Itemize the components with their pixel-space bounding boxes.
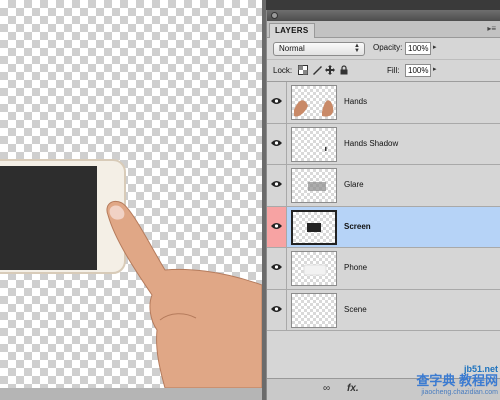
panel-tabbar: LAYERS ▸≡ [267, 21, 500, 38]
layer-name[interactable]: Hands Shadow [344, 139, 398, 148]
panel-titlebar[interactable] [267, 10, 500, 21]
visibility-cell[interactable] [267, 206, 287, 247]
link-icon[interactable]: ∞ [323, 383, 330, 394]
eye-icon[interactable] [271, 263, 282, 271]
layer-name[interactable]: Hands [344, 97, 367, 106]
visibility-cell[interactable] [267, 248, 287, 289]
glare-thumbnail-art [308, 182, 326, 191]
visibility-cell[interactable] [267, 289, 287, 330]
fill-input[interactable]: 100% [405, 64, 431, 77]
select-arrows-icon: ▲ ▼ [354, 43, 360, 54]
canvas-status-bar [0, 388, 262, 400]
visibility-cell[interactable] [267, 123, 287, 164]
document-canvas[interactable] [0, 0, 262, 388]
lock-image-pixels-icon[interactable] [312, 65, 322, 75]
watermark-sub: jiaocheng.chazidian.com [421, 389, 498, 396]
visibility-cell[interactable] [267, 165, 287, 206]
layer-thumbnail [291, 292, 337, 328]
tab-layers[interactable]: LAYERS [269, 23, 315, 38]
layer-name[interactable]: Screen [344, 222, 371, 231]
lock-all-icon[interactable] [339, 65, 349, 75]
layers-panel: LAYERS ▸≡ Normal ▲ ▼ Opacity: 100% ▸ Lock… [266, 10, 500, 400]
eye-icon[interactable] [271, 222, 282, 230]
opacity-dropdown-icon[interactable]: ▸ [433, 43, 437, 51]
watermark-chinese: 查字典 教程网 [416, 373, 498, 388]
phone-screen [0, 166, 97, 270]
layer-thumbnail [291, 126, 337, 162]
layer-row-screen[interactable]: Screen [267, 206, 500, 248]
layer-name[interactable]: Glare [344, 180, 364, 189]
hands-shadow-thumbnail-art [325, 146, 327, 151]
layer-name[interactable]: Scene [344, 305, 367, 314]
phone-thumbnail-art [303, 264, 327, 276]
panel-menu-icon[interactable]: ▸≡ [487, 24, 496, 33]
layer-name[interactable]: Phone [344, 263, 367, 272]
layer-row-hands[interactable]: Hands [267, 82, 500, 124]
phone-hand-artwork [0, 159, 262, 388]
hands-thumbnail-art [294, 100, 334, 117]
lock-transparent-pixels-icon[interactable] [298, 65, 308, 75]
lock-row: Lock: Fill: 100% ▸ [267, 60, 500, 82]
lock-label: Lock: [273, 66, 293, 75]
layers-list: Hands Hands Shadow Glare Screen Phone Sc… [267, 82, 500, 331]
layer-thumbnail [291, 85, 337, 120]
eye-icon[interactable] [271, 97, 282, 105]
lock-position-icon[interactable] [325, 65, 335, 75]
screen-thumbnail-art [307, 222, 321, 232]
layer-thumbnail [291, 209, 337, 245]
eye-icon[interactable] [271, 305, 282, 313]
opacity-input[interactable]: 100% [405, 42, 431, 55]
fill-label: Fill: [387, 66, 400, 75]
layer-thumbnail [291, 168, 337, 203]
visibility-cell[interactable] [267, 82, 287, 123]
layer-row-glare[interactable]: Glare [267, 165, 500, 207]
fx-button[interactable]: fx. [347, 383, 359, 394]
layer-thumbnail [291, 251, 337, 286]
blend-mode-value: Normal [279, 44, 305, 53]
fill-dropdown-icon[interactable]: ▸ [433, 65, 437, 73]
watermark: jb51.net 查字典 教程网 jiaocheng.chazidian.com [416, 364, 498, 398]
eye-icon[interactable] [271, 180, 282, 188]
hand-shape [106, 200, 262, 388]
layer-row-scene[interactable]: Scene [267, 289, 500, 331]
blend-row: Normal ▲ ▼ Opacity: 100% ▸ [267, 38, 500, 60]
close-icon[interactable] [271, 12, 278, 19]
layer-row-phone[interactable]: Phone [267, 248, 500, 290]
layer-row-hands-shadow[interactable]: Hands Shadow [267, 123, 500, 165]
opacity-label: Opacity: [373, 43, 403, 52]
eye-icon[interactable] [271, 139, 282, 147]
blend-mode-select[interactable]: Normal ▲ ▼ [273, 42, 365, 56]
